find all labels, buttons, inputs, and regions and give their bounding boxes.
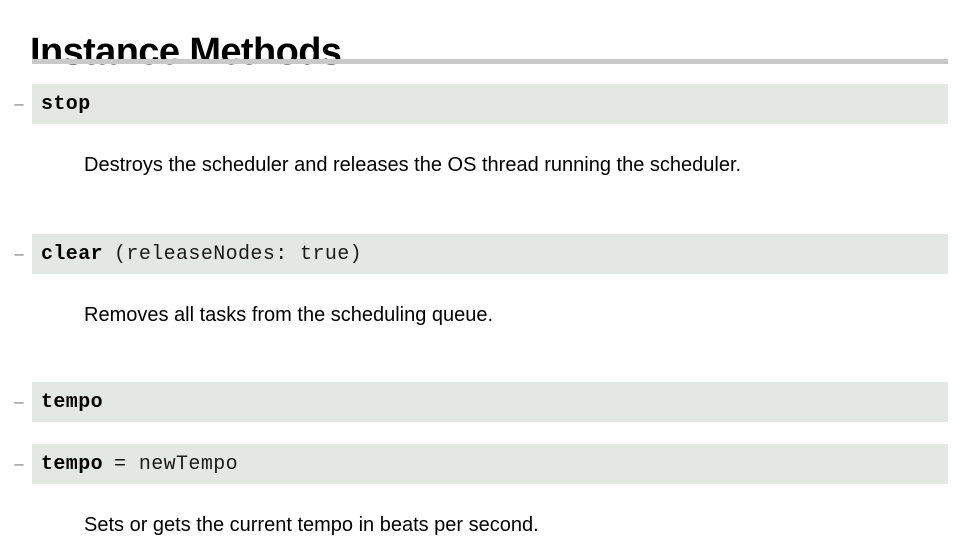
method-name: tempo [41, 452, 104, 476]
page-title: Instance Methods [30, 31, 342, 74]
collapse-toggle-dash-icon[interactable]: – [13, 84, 25, 124]
method-description: Removes all tasks from the scheduling qu… [84, 304, 494, 326]
method-entry-tempo-getter: – tempo [0, 382, 970, 422]
method-signature-row[interactable]: – clear (releaseNodes: true) [0, 234, 970, 274]
collapse-toggle-dash-icon[interactable]: – [13, 382, 25, 422]
method-entry-clear: – clear (releaseNodes: true) Removes all… [0, 234, 970, 326]
method-signature-row[interactable]: – tempo [0, 382, 970, 422]
method-signature-band[interactable]: clear (releaseNodes: true) [32, 234, 948, 274]
method-name: clear [41, 242, 104, 266]
title-divider [32, 59, 948, 64]
collapse-toggle-dash-icon[interactable]: – [13, 444, 25, 484]
method-description: Destroys the scheduler and releases the … [84, 154, 742, 176]
method-signature-band[interactable]: tempo [32, 382, 948, 422]
method-signature-row[interactable]: – tempo = newTempo [0, 444, 970, 484]
method-signature-band[interactable]: tempo = newTempo [32, 444, 948, 484]
method-arguments: = newTempo [114, 452, 239, 476]
documentation-page: Instance Methods – stop Destroys the sch… [0, 0, 970, 553]
method-name: tempo [41, 390, 104, 414]
method-arguments: (releaseNodes: true) [114, 242, 363, 266]
method-entry-stop: – stop Destroys the scheduler and releas… [0, 84, 970, 176]
collapse-toggle-dash-icon[interactable]: – [13, 234, 25, 274]
method-name: stop [41, 92, 91, 116]
method-signature-row[interactable]: – stop [0, 84, 970, 124]
method-entry-tempo-setter: – tempo = newTempo Sets or gets the curr… [0, 444, 970, 536]
method-signature-band[interactable]: stop [32, 84, 948, 124]
method-description: Sets or gets the current tempo in beats … [84, 514, 539, 536]
